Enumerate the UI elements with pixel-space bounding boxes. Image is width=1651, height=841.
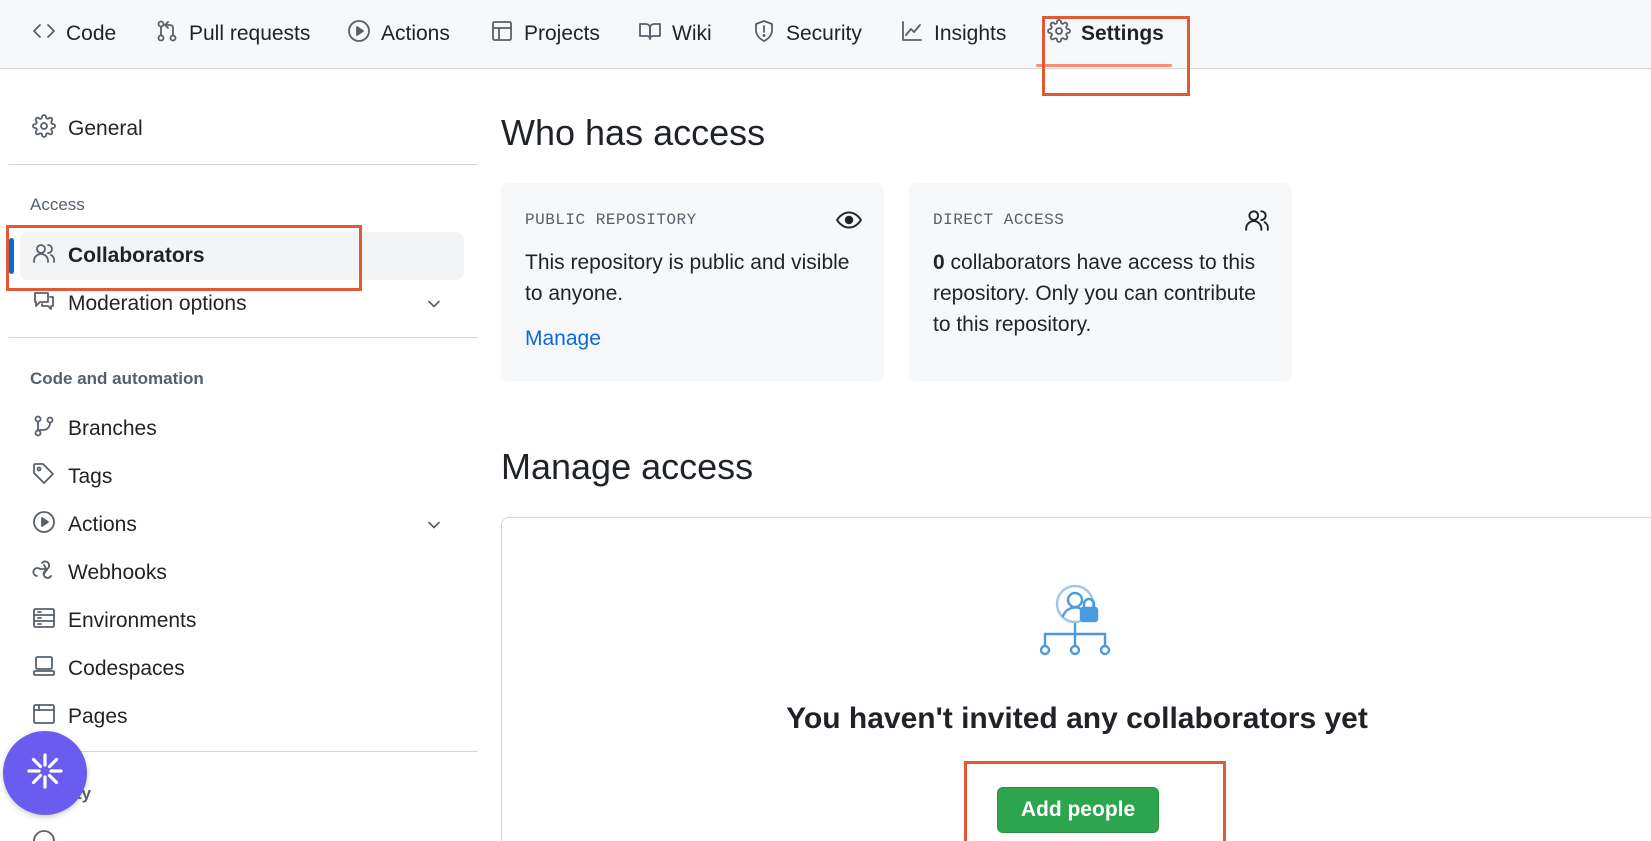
tab-label: Settings (1081, 22, 1164, 45)
add-people-button[interactable]: Add people (997, 787, 1159, 833)
eye-icon (836, 207, 862, 233)
sidebar-item-general[interactable]: General (20, 105, 464, 153)
server-icon (32, 606, 56, 636)
manage-access-box: You haven't invited any collaborators ye… (501, 517, 1651, 841)
tab-wiki[interactable]: Wiki (638, 14, 712, 54)
people-icon (32, 241, 56, 271)
settings-sidebar: General Access Collaborators Moderation … (0, 69, 480, 841)
repo-nav-bar: Code Pull requests Actions Projects Wiki… (0, 0, 1651, 69)
tab-label: Insights (934, 22, 1007, 45)
collaborator-text: collaborators have access to this reposi… (933, 251, 1256, 336)
sidebar-item-actions[interactable]: Actions (20, 501, 464, 549)
sidebar-item-label: Pages (68, 705, 128, 728)
gear-icon (1047, 19, 1071, 49)
tab-pull-requests[interactable]: Pull requests (155, 14, 310, 54)
tag-icon (32, 462, 56, 492)
tab-security[interactable]: Security (752, 14, 862, 54)
tab-code[interactable]: Code (32, 14, 116, 54)
people-icon (1244, 207, 1270, 233)
tab-settings[interactable]: Settings (1047, 14, 1164, 54)
sidebar-item-label: Moderation options (68, 292, 247, 315)
card-description: 0 collaborators have access to this repo… (933, 247, 1273, 340)
sidebar-item-pages[interactable]: Pages (20, 693, 464, 741)
chevron-down-icon[interactable] (424, 294, 444, 314)
codespaces-icon (32, 654, 56, 684)
sidebar-item-label: Branches (68, 417, 157, 440)
floating-assistant-button[interactable] (3, 731, 87, 815)
manage-visibility-link[interactable]: Manage (525, 327, 601, 351)
sidebar-item-label: Webhooks (68, 561, 167, 584)
table-icon (490, 19, 514, 49)
play-icon (347, 19, 371, 49)
sidebar-item-codespaces[interactable]: Codespaces (20, 645, 464, 693)
webhook-icon (32, 558, 56, 588)
sidebar-item-label: General (68, 117, 143, 140)
sidebar-item-label: Codespaces (68, 657, 185, 680)
who-has-access-heading: Who has access (501, 112, 766, 153)
empty-state-title: You haven't invited any collaborators ye… (786, 702, 1368, 735)
sidebar-item-branches[interactable]: Branches (20, 405, 464, 453)
sidebar-section-code-automation: Code and automation (30, 369, 204, 388)
code-icon (32, 19, 56, 49)
sidebar-item-collaborators[interactable]: Collaborators (20, 232, 464, 280)
card-label: DIRECT ACCESS (933, 211, 1065, 229)
browser-icon (32, 702, 56, 732)
sidebar-section-access: Access (30, 195, 85, 214)
git-pull-request-icon (155, 19, 179, 49)
security-item-icon (32, 829, 56, 841)
tab-label: Pull requests (189, 22, 311, 45)
tab-actions[interactable]: Actions (347, 14, 450, 54)
tab-label: Projects (524, 22, 600, 45)
play-icon (32, 510, 56, 540)
chevron-down-icon[interactable] (424, 515, 444, 535)
card-label: PUBLIC REPOSITORY (525, 211, 697, 229)
sidebar-item-label: Actions (68, 513, 137, 536)
sidebar-item-label: Collaborators (68, 244, 205, 267)
sidebar-divider (9, 337, 478, 338)
direct-access-card: DIRECT ACCESS 0 collaborators have acces… (909, 183, 1292, 381)
tab-insights[interactable]: Insights (900, 14, 1006, 54)
collaborator-count: 0 (933, 251, 945, 274)
sidebar-item-tags[interactable]: Tags (20, 453, 464, 501)
sidebar-divider (9, 164, 478, 165)
tab-label: Actions (381, 22, 450, 45)
tab-label: Code (66, 22, 117, 45)
git-branch-icon (32, 414, 56, 444)
graph-icon (900, 19, 924, 49)
tab-label: Security (786, 22, 862, 45)
card-description: This repository is public and visible to… (525, 251, 850, 305)
sidebar-item-label: Tags (68, 465, 113, 488)
sparkle-icon (25, 751, 65, 796)
shield-icon (752, 19, 776, 49)
active-item-indicator (9, 238, 14, 274)
people-lock-icon (1039, 584, 1113, 658)
sidebar-item-moderation-options[interactable]: Moderation options (20, 280, 464, 328)
sidebar-item-environments[interactable]: Environments (20, 597, 464, 645)
sidebar-item-label: Environments (68, 609, 197, 632)
manage-access-heading: Manage access (501, 446, 754, 487)
gear-icon (32, 114, 56, 144)
comment-discussion-icon (32, 289, 56, 319)
sidebar-item-webhooks[interactable]: Webhooks (20, 549, 464, 597)
selected-tab-underline (1036, 64, 1172, 67)
public-repository-card: PUBLIC REPOSITORY This repository is pub… (501, 183, 884, 381)
book-icon (638, 19, 662, 49)
tab-label: Wiki (672, 22, 712, 45)
tab-projects[interactable]: Projects (490, 14, 600, 54)
